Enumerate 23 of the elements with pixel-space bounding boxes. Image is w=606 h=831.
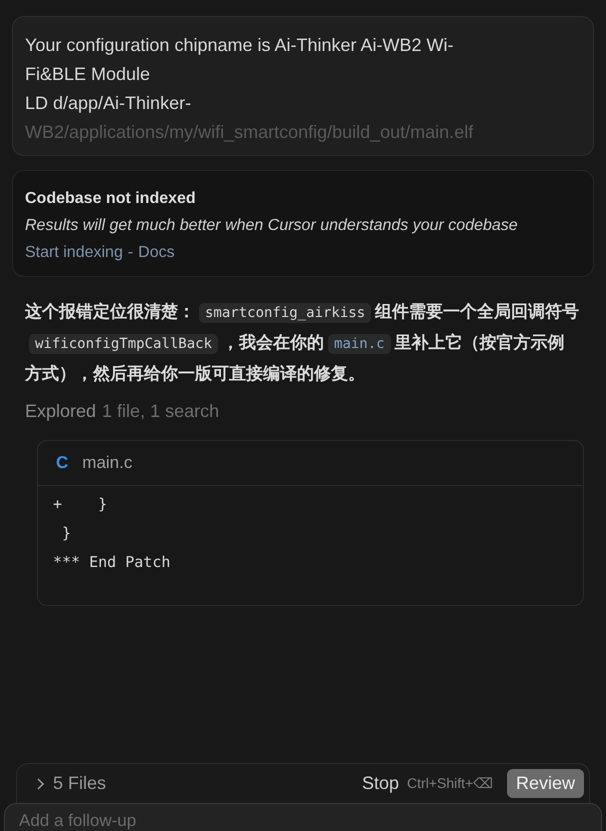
output-line: WB2/applications/my/wifi_smartconfig/build_out/main.elf xyxy=(25,121,474,144)
notice-message: Results will get much better when Cursor understands your codebase xyxy=(25,216,519,236)
file-name[interactable]: main.c xyxy=(82,453,132,473)
shortcut-hint: Ctrl+Shift+⌫ xyxy=(407,775,493,792)
code-line: *** End Patch xyxy=(53,552,172,573)
code-line: + } xyxy=(53,494,108,515)
chevron-right-icon[interactable] xyxy=(35,778,45,790)
output-line: Fi&BLE Module xyxy=(25,63,152,86)
explored-detail: 1 file, 1 search xyxy=(102,401,220,422)
c-file-icon: C xyxy=(56,453,68,473)
start-indexing-link[interactable]: Start indexing xyxy=(25,240,123,266)
follow-up-field[interactable]: Add a follow-up xyxy=(4,803,602,831)
output-line: LD d/app/Ai-Thinker- xyxy=(25,92,192,115)
docs-link[interactable]: Docs xyxy=(138,240,175,266)
files-toggle[interactable]: 5 Files xyxy=(53,773,106,794)
notice-title: Codebase not indexed xyxy=(25,189,197,209)
output-line: Your configuration chipname is Ai-Thinker Ai-WB2 Wi- xyxy=(25,34,455,57)
stop-button[interactable]: Stop xyxy=(362,773,400,794)
separator: - xyxy=(128,243,134,263)
code-line: } xyxy=(61,523,72,544)
review-button[interactable]: Review xyxy=(506,769,584,798)
explored-label: Explored xyxy=(25,401,96,422)
reply-paragraph: 这个报错定位很清楚： smartconfig_airkiss 组件需要一个全局回调符号 wificonfigTmpCallBack ，我会在你的 main.c 里补上它（按官方示例方式），然后再给你一版可直接编译的修复。 xyxy=(25,301,580,385)
